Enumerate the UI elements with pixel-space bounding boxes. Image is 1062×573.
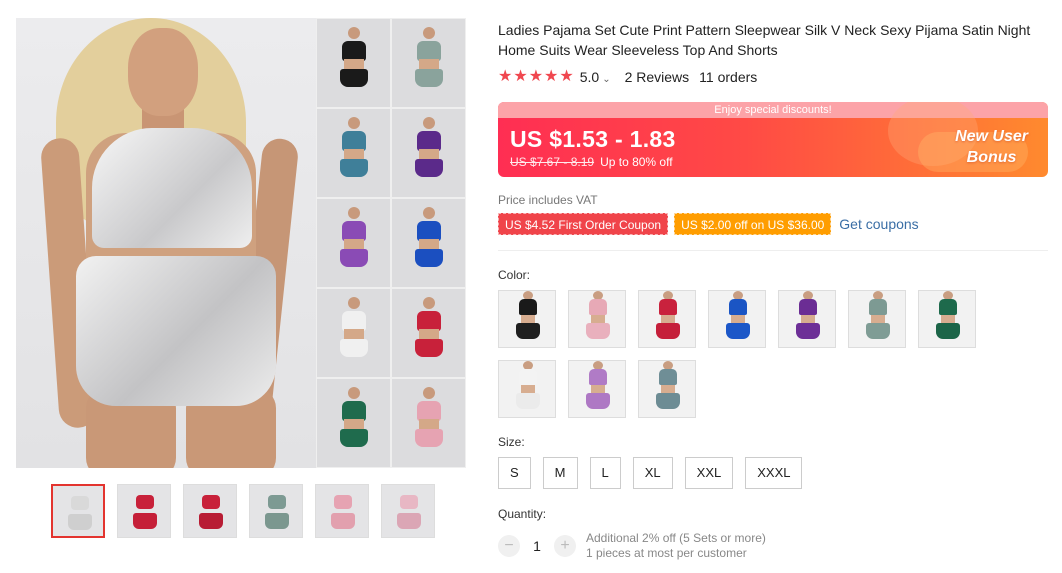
original-price-row: US $7.67 - 8.19 Up to 80% off bbox=[510, 155, 673, 169]
store-coupon[interactable]: US $2.00 off on US $36.00 bbox=[674, 213, 832, 235]
thumbnail[interactable] bbox=[381, 484, 435, 538]
vat-note: Price includes VAT bbox=[498, 193, 598, 207]
color-swatch-black[interactable] bbox=[498, 290, 556, 348]
star-rating: ★ ★ ★ ★ ★ bbox=[498, 68, 574, 86]
new-user-line1: New User bbox=[955, 128, 1028, 145]
collage-cell bbox=[391, 198, 466, 288]
quantity-value[interactable]: 1 bbox=[520, 538, 554, 554]
quantity-label: Quantity: bbox=[498, 507, 547, 521]
product-title: Ladies Pajama Set Cute Print Pattern Sle… bbox=[498, 22, 1031, 58]
coupon-row: US $4.52 First Order Coupon US $2.00 off… bbox=[498, 213, 919, 235]
first-order-coupon[interactable]: US $4.52 First Order Coupon bbox=[498, 213, 669, 235]
purchase-limit-note: 1 pieces at most per customer bbox=[586, 546, 747, 560]
divider bbox=[498, 250, 1048, 251]
thumbnail[interactable] bbox=[51, 484, 105, 538]
color-swatch-purple[interactable] bbox=[778, 290, 836, 348]
star-icon: ★ bbox=[498, 68, 513, 85]
quantity-stepper: − 1 + bbox=[498, 535, 576, 557]
pajama-top bbox=[92, 128, 252, 248]
thumbnail[interactable] bbox=[183, 484, 237, 538]
reviews-link[interactable]: 2 Reviews bbox=[625, 69, 690, 85]
color-options bbox=[498, 290, 998, 418]
image-thumbnails bbox=[51, 484, 435, 538]
chevron-down-icon: ⌄ bbox=[602, 74, 611, 85]
new-user-bonus[interactable]: New User Bonus bbox=[955, 126, 1028, 168]
collage-cell bbox=[391, 18, 466, 108]
current-price: US $1.53 - 1.83 bbox=[510, 126, 676, 152]
thumbnail[interactable] bbox=[249, 484, 303, 538]
color-swatch-blue[interactable] bbox=[708, 290, 766, 348]
color-swatch-pink[interactable] bbox=[568, 290, 626, 348]
color-swatch-grey-green[interactable] bbox=[848, 290, 906, 348]
bulk-discount-note: Additional 2% off (5 Sets or more) bbox=[586, 531, 766, 545]
size-option[interactable]: XL bbox=[632, 457, 673, 489]
orders-count: 11 orders bbox=[699, 69, 758, 85]
color-swatch-red[interactable] bbox=[638, 290, 696, 348]
star-icon: ★ bbox=[559, 68, 574, 85]
pajama-shorts bbox=[76, 256, 276, 406]
collage-cell bbox=[316, 18, 391, 108]
size-option[interactable]: S bbox=[498, 457, 531, 489]
size-option[interactable]: XXL bbox=[684, 457, 734, 489]
thumbnail[interactable] bbox=[117, 484, 171, 538]
main-product-image[interactable] bbox=[16, 18, 466, 468]
collage-cell bbox=[391, 288, 466, 378]
collage-cell bbox=[316, 378, 391, 468]
price-promo-banner: Enjoy special discounts! US $1.53 - 1.83… bbox=[498, 102, 1048, 177]
color-swatch-dark-green[interactable] bbox=[918, 290, 976, 348]
collage-cell bbox=[391, 108, 466, 198]
collage-cell bbox=[316, 198, 391, 288]
color-label: Color: bbox=[498, 268, 531, 282]
discount-label: Up to 80% off bbox=[600, 155, 673, 169]
size-label: Size: bbox=[498, 435, 525, 449]
color-swatch-lilac[interactable] bbox=[568, 360, 626, 418]
model-photo bbox=[16, 18, 316, 468]
size-option[interactable]: XXXL bbox=[745, 457, 803, 489]
star-icon: ★ bbox=[528, 68, 544, 85]
thumbnail[interactable] bbox=[315, 484, 369, 538]
size-option[interactable]: M bbox=[542, 457, 578, 489]
quantity-info: Additional 2% off (5 Sets or more) 1 pie… bbox=[586, 531, 766, 561]
star-icon: ★ bbox=[513, 68, 528, 85]
quantity-decrease-button[interactable]: − bbox=[498, 535, 520, 557]
rating-score[interactable]: 5.0 ⌄ bbox=[580, 69, 611, 85]
collage-cell bbox=[316, 108, 391, 198]
get-coupons-link[interactable]: Get coupons bbox=[839, 216, 918, 232]
original-price: US $7.67 - 8.19 bbox=[510, 155, 595, 169]
size-option[interactable]: L bbox=[589, 457, 621, 489]
rating-score-value: 5.0 bbox=[579, 69, 600, 85]
star-icon: ★ bbox=[544, 68, 559, 85]
color-swatch-teal-grey[interactable] bbox=[638, 360, 696, 418]
collage-cell bbox=[391, 378, 466, 468]
rating-row: ★ ★ ★ ★ ★ 5.0 ⌄ 2 Reviews 11 orders bbox=[498, 68, 757, 86]
quantity-increase-button[interactable]: + bbox=[554, 535, 576, 557]
color-variant-collage bbox=[316, 18, 466, 468]
size-options: S M L XL XXL XXXL bbox=[498, 457, 803, 489]
new-user-line2: Bonus bbox=[966, 149, 1017, 166]
color-swatch-white[interactable] bbox=[498, 360, 556, 418]
collage-cell bbox=[316, 288, 391, 378]
